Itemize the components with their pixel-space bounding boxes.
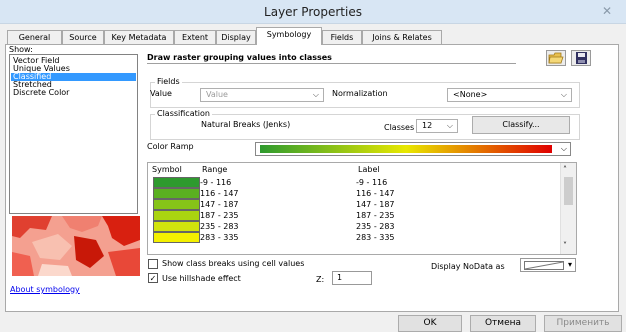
chevron-down-icon: ⌵ [312,90,319,99]
fields-group-label: Fields [155,77,182,86]
color-ramp-select[interactable]: ⌵ [255,142,571,156]
table-scrollbar[interactable]: ˄ ˅ [560,163,576,254]
value-field-select-text: Value [206,90,228,99]
class-range: 147 - 187 [200,200,239,209]
classification-group-label: Classification [155,109,212,118]
chevron-down-icon: ⌵ [560,90,567,99]
heading-divider [147,63,516,64]
table-row[interactable]: 187 - 235 187 - 235 [150,210,560,221]
close-icon[interactable]: ✕ [592,2,622,20]
hillshade-label: Use hillshade effect [162,274,241,283]
class-range: 116 - 147 [200,189,239,198]
classes-select[interactable]: 12 ⌵ [416,119,458,133]
table-row[interactable]: 116 - 147 116 - 147 [150,188,560,199]
about-symbology-link[interactable]: About symbology [10,285,80,294]
table-row[interactable]: 147 - 187 147 - 187 [150,199,560,210]
symbology-preview-image [12,216,140,276]
class-label: 147 - 187 [356,200,395,209]
value-field-select[interactable]: Value ⌵ [200,88,324,102]
save-icon [576,52,587,64]
class-symbol-swatch[interactable] [153,210,200,221]
class-symbol-swatch[interactable] [153,177,200,188]
class-label: 187 - 235 [356,211,395,220]
classes-select-text: 12 [422,121,433,130]
classification-method: Natural Breaks (Jenks) [201,120,291,129]
class-symbol-swatch[interactable] [153,188,200,199]
nodata-label: Display NoData as [431,262,505,271]
hillshade-checkbox[interactable]: ✓ [148,273,158,283]
class-label: -9 - 116 [356,178,388,187]
window-title: Layer Properties [264,5,362,19]
open-button[interactable] [546,50,566,66]
ok-button[interactable]: OK [398,315,462,332]
table-row[interactable]: 235 - 283 235 - 283 [150,221,560,232]
table-row[interactable]: -9 - 116 -9 - 116 [150,177,560,188]
folder-icon [548,52,564,64]
symbol-column-header[interactable]: Symbol [152,165,182,174]
dropdown-arrow-icon: ▾ [567,260,572,269]
tab-fields[interactable]: Fields [322,30,362,44]
class-label: 235 - 283 [356,222,395,231]
classify-button[interactable]: Classify... [472,116,570,134]
nodata-color-select[interactable]: ▾ [520,258,576,272]
class-range: 187 - 235 [200,211,239,220]
renderer-description: Draw raster grouping values into classes [147,53,332,62]
class-label: 116 - 147 [356,189,395,198]
z-label: Z: [316,275,325,284]
tab-symbology[interactable]: Symbology [256,27,322,45]
scrollbar-thumb[interactable] [564,177,573,205]
scroll-up-icon[interactable]: ˄ [563,165,567,174]
classes-label: Classes [384,123,415,132]
normalization-label: Normalization [332,89,388,98]
value-label: Value [150,89,172,98]
class-breaks-label: Show class breaks using cell values [162,259,305,268]
class-breaks-checkbox[interactable] [148,259,158,269]
z-factor-input[interactable]: 1 [332,271,372,285]
label-column-header[interactable]: Label [358,165,380,174]
class-symbol-swatch[interactable] [153,221,200,232]
nodata-swatch-icon [524,261,564,270]
class-label: 283 - 335 [356,233,395,242]
class-range: 235 - 283 [200,222,239,231]
apply-button[interactable]: Применить [544,315,622,332]
normalization-select-text: <None> [453,90,488,99]
tab-source[interactable]: Source [62,30,104,44]
class-symbol-swatch[interactable] [153,199,200,210]
color-ramp-label: Color Ramp [147,142,194,151]
show-label: Show: [9,45,33,54]
class-range: -9 - 116 [200,178,232,187]
table-row[interactable]: 283 - 335 283 - 335 [150,232,560,243]
save-button[interactable] [571,50,591,66]
class-symbol-swatch[interactable] [153,232,200,243]
renderer-list[interactable]: Vector Field Unique Values Classified St… [9,54,138,214]
chevron-down-icon: ⌵ [560,144,567,153]
class-range: 283 - 335 [200,233,239,242]
normalization-select[interactable]: <None> ⌵ [447,88,572,102]
color-ramp-preview [260,145,552,153]
show-item-discrete-color[interactable]: Discrete Color [11,89,136,97]
chevron-down-icon: ⌵ [446,121,453,130]
tab-key-metadata[interactable]: Key Metadata [104,30,174,44]
cancel-button[interactable]: Отмена [470,315,536,332]
tab-general[interactable]: General [7,30,62,44]
tab-display[interactable]: Display [216,30,256,44]
range-column-header[interactable]: Range [202,165,227,174]
tab-extent[interactable]: Extent [174,30,216,44]
scroll-down-icon[interactable]: ˅ [563,241,567,250]
tab-joins-relates[interactable]: Joins & Relates [362,30,442,44]
